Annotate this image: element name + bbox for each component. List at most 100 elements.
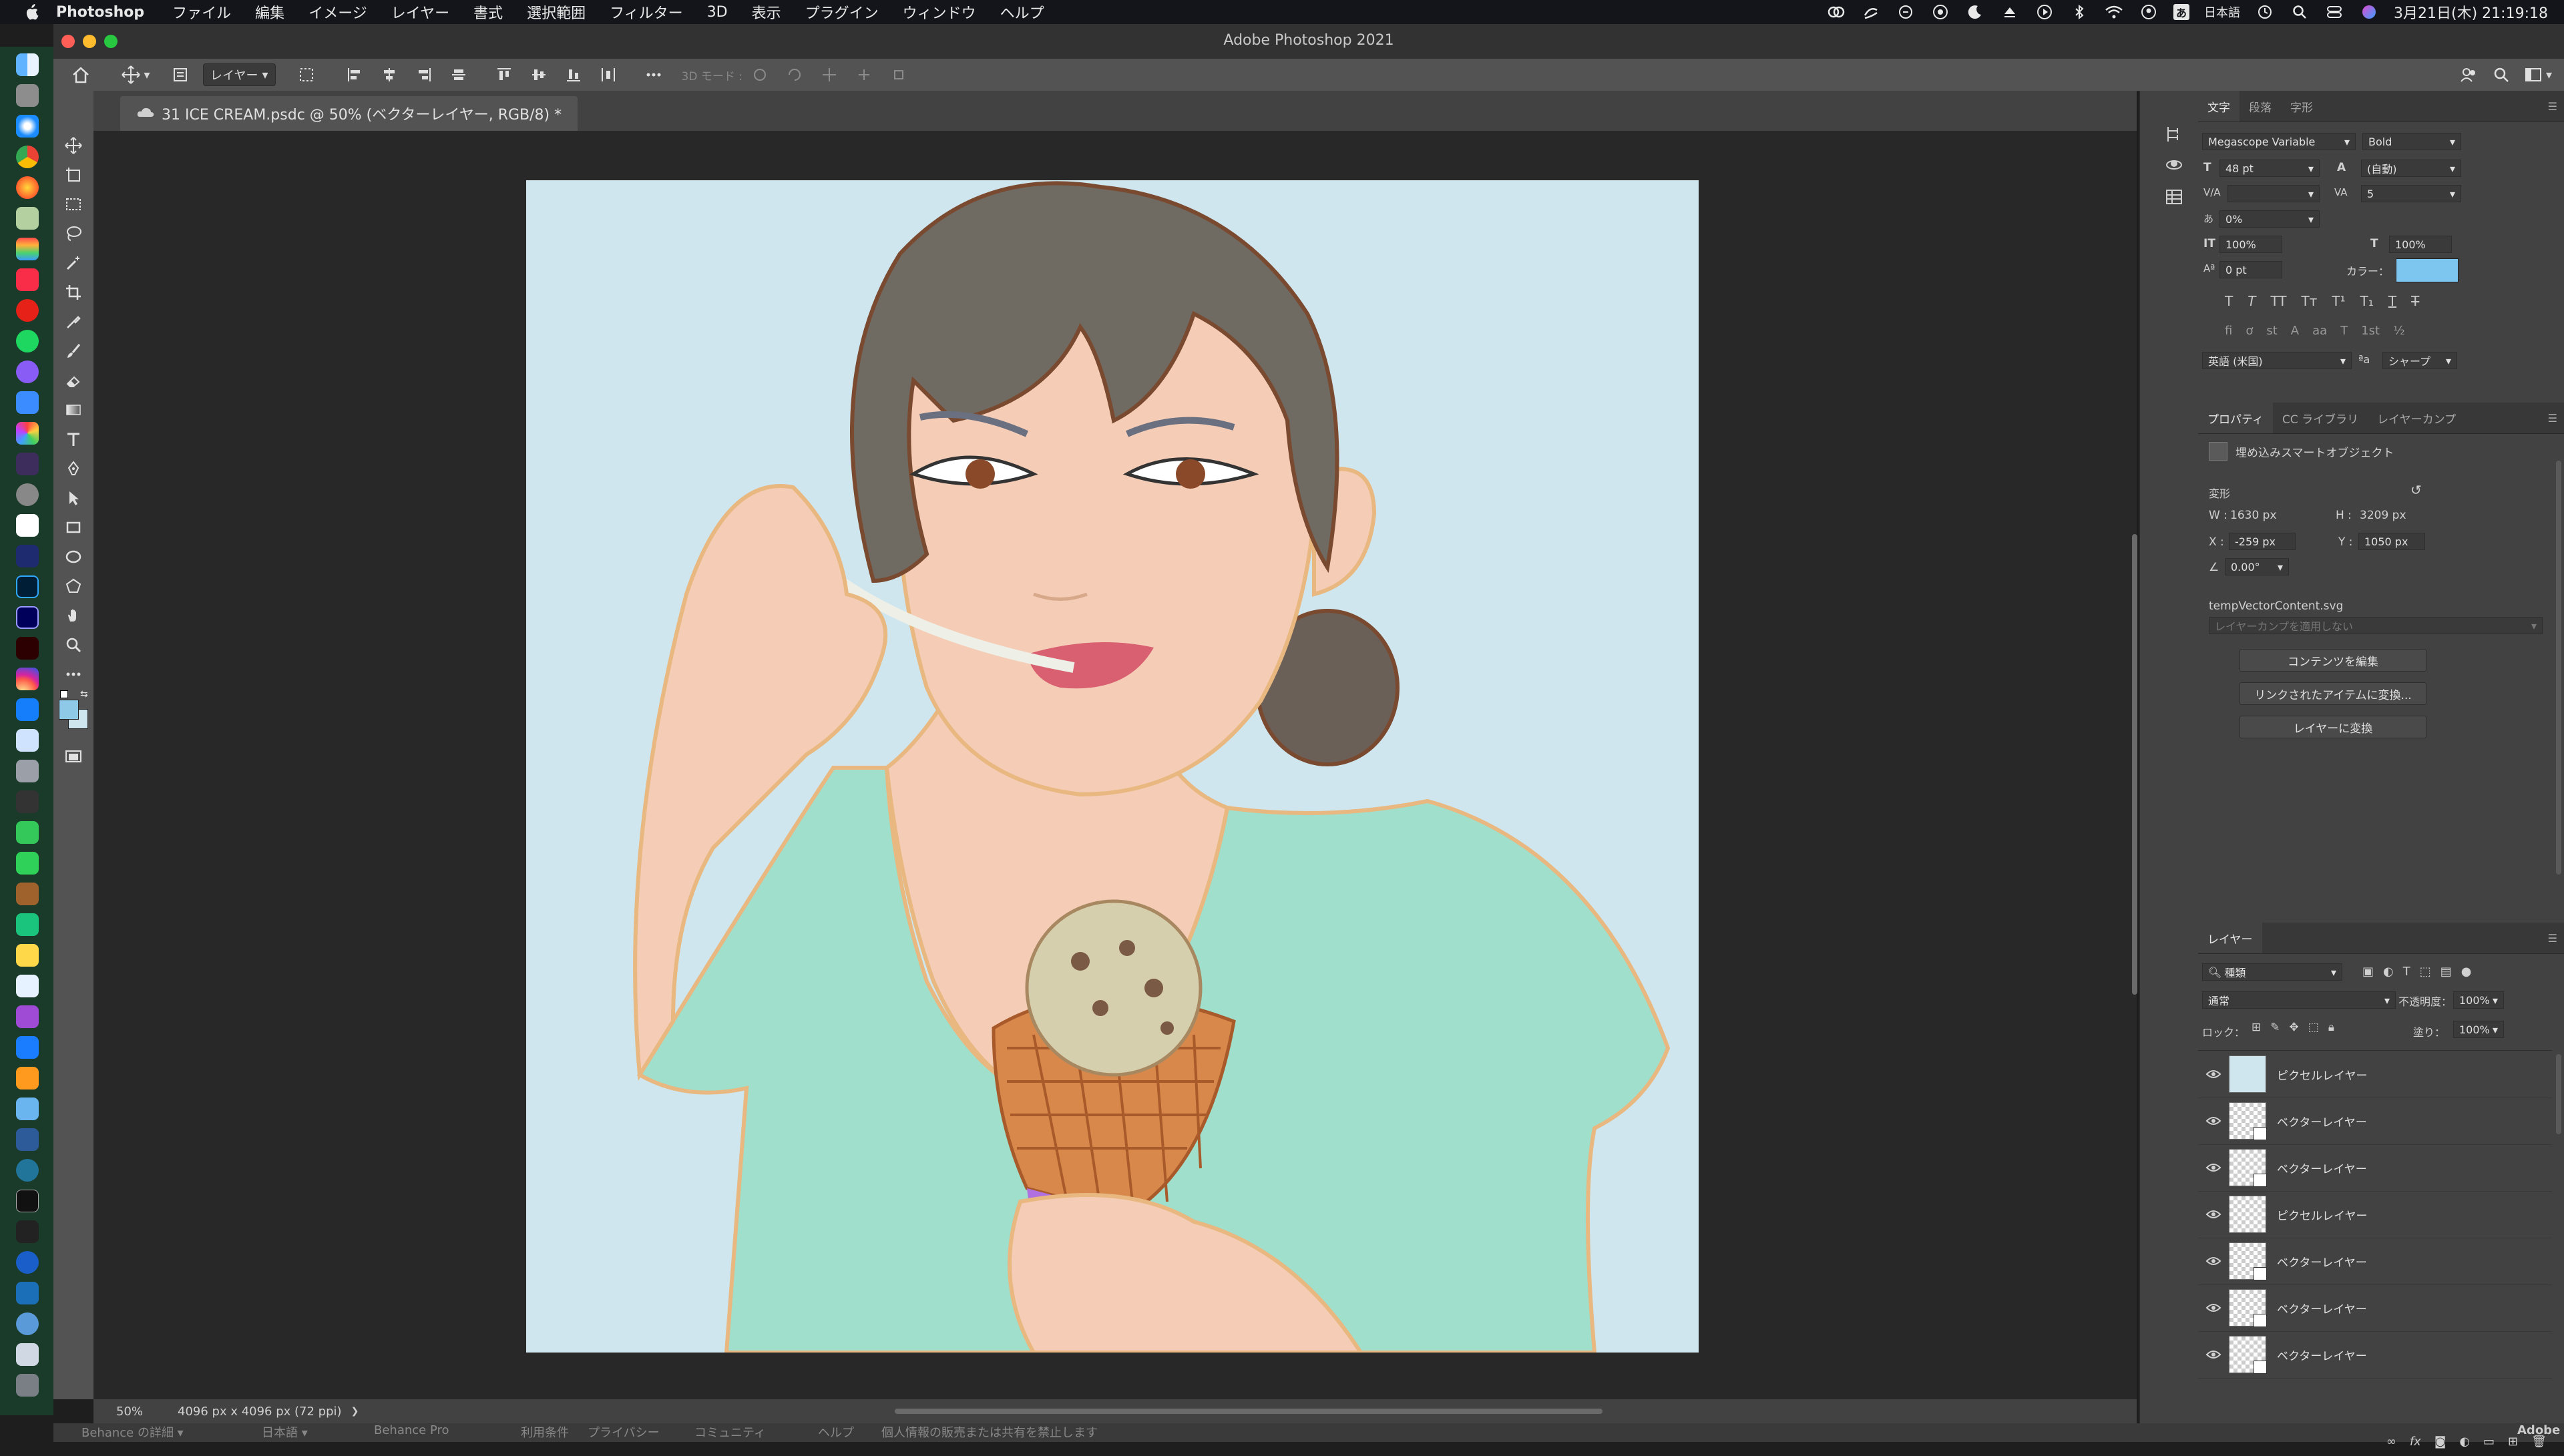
chrome-icon[interactable] (16, 146, 39, 168)
strikethrough-icon[interactable]: T (2411, 293, 2419, 309)
terminal-icon[interactable] (16, 1220, 39, 1243)
lasso-tool-icon[interactable] (53, 219, 93, 248)
blend-mode-select[interactable]: 通常 ▾ (2202, 991, 2396, 1009)
layer-name[interactable]: ベクターレイヤー (2277, 1160, 2367, 1176)
behance-pro[interactable]: Behance Pro (374, 1423, 449, 1437)
visibility-eye-icon[interactable] (2198, 1349, 2229, 1360)
align-bottom-icon[interactable] (556, 63, 591, 86)
vertical-scroll-thumb[interactable] (2132, 534, 2137, 995)
eject-icon[interactable] (2000, 3, 2020, 21)
ligature-icon[interactable]: ﬁ (2225, 324, 2232, 338)
podcast-icon[interactable] (16, 360, 39, 383)
visibility-eye-icon[interactable] (2198, 1162, 2229, 1173)
move-tool-icon[interactable]: ▾ (108, 63, 163, 86)
distribute-icon[interactable] (591, 63, 626, 86)
search-icon[interactable] (2489, 63, 2514, 86)
more-options-icon[interactable] (636, 63, 671, 86)
onepassword-icon[interactable] (16, 1251, 39, 1274)
menu-view[interactable]: 表示 (752, 1, 781, 23)
layer-row[interactable]: ベクターレイヤー (2198, 1331, 2552, 1379)
layer-comp-select[interactable]: レイヤーカンプを適用しない ▾ (2209, 617, 2543, 634)
visibility-eye-icon[interactable] (2198, 1209, 2229, 1220)
3d-pan-icon[interactable] (812, 63, 847, 86)
align-left-icon[interactable] (337, 63, 372, 86)
3d-panel-icon[interactable] (2164, 155, 2184, 178)
workspace-icon[interactable]: ▾ (2521, 63, 2556, 86)
photoshop-dock-icon[interactable] (16, 575, 39, 598)
3d-slide-icon[interactable] (847, 63, 881, 86)
filter-shape-icon[interactable]: ⬚ (2420, 965, 2431, 979)
width-value[interactable]: 1630 px (2230, 509, 2277, 522)
auto-select-icon[interactable] (163, 63, 198, 86)
menu-layer[interactable]: レイヤー (391, 1, 449, 23)
tab-cc-libraries[interactable]: CC ライブラリ (2273, 403, 2368, 433)
brown-app-icon[interactable] (16, 883, 39, 905)
input-method-icon[interactable]: あ (2173, 4, 2190, 20)
share-icon[interactable] (2455, 63, 2482, 86)
filter-smart-icon[interactable]: ▤ (2440, 965, 2452, 979)
instagram-icon[interactable] (16, 668, 39, 690)
tracking-field[interactable]: 5 ▾ (2361, 185, 2461, 202)
keynote-icon[interactable] (16, 1036, 39, 1059)
faux-bold-icon[interactable]: T (2225, 293, 2233, 309)
document-tab[interactable]: 31 ICE CREAM.psdc @ 50% (ベクターレイヤー, RGB/8… (120, 96, 578, 131)
magnifier-icon[interactable] (16, 1312, 39, 1335)
tab-layers[interactable]: レイヤー (2198, 923, 2262, 953)
layer-row[interactable]: ピクセルレイヤー (2198, 1191, 2552, 1238)
pinwheel-icon[interactable] (16, 422, 39, 445)
preview-icon[interactable] (16, 1098, 39, 1120)
font-style-select[interactable]: Bold ▾ (2362, 133, 2461, 150)
youtube-icon[interactable] (16, 299, 39, 322)
y-field[interactable]: 1050 px (2358, 533, 2425, 550)
tab-paragraph[interactable]: 段落 (2239, 91, 2281, 122)
eraser-tool-icon[interactable] (53, 366, 93, 395)
cursor-share-icon[interactable] (1896, 3, 1916, 21)
layer-name[interactable]: ピクセルレイヤー (2277, 1206, 2368, 1223)
menu-type[interactable]: 書式 (473, 1, 503, 23)
gradient-tool-icon[interactable] (53, 395, 93, 425)
faux-italic-icon[interactable]: T (2248, 293, 2256, 309)
app-store-video-icon[interactable] (16, 238, 39, 260)
panel-menu-icon[interactable]: ☰ (2548, 100, 2557, 113)
purple-app-icon[interactable] (16, 1005, 39, 1028)
chart-app-icon[interactable] (16, 975, 39, 997)
layer-name[interactable]: ベクターレイヤー (2277, 1253, 2367, 1270)
siri-icon[interactable] (2359, 3, 2379, 21)
panel-menu-icon[interactable]: ☰ (2548, 412, 2557, 425)
settings-icon[interactable] (16, 483, 39, 506)
old-style-icon[interactable]: ơ (2246, 324, 2253, 338)
align-vcenter-icon[interactable] (521, 63, 556, 86)
ordinal-icon[interactable]: 1st (2361, 324, 2380, 338)
tab-glyphs[interactable]: 字形 (2281, 91, 2322, 122)
visibility-eye-icon[interactable] (2198, 1302, 2229, 1313)
tsume-field[interactable]: 0% ▾ (2219, 210, 2320, 228)
properties-scrollbar[interactable] (2556, 461, 2561, 875)
more-tools-icon[interactable] (53, 660, 93, 689)
link-layers-icon[interactable]: ∞ (2386, 1435, 2396, 1449)
layer-name[interactable]: ベクターレイヤー (2277, 1113, 2367, 1130)
magic-wand-tool-icon[interactable] (53, 248, 93, 278)
menu-3d[interactable]: 3D (707, 4, 728, 21)
ruby-icon[interactable] (16, 545, 39, 567)
menu-window[interactable]: ウィンドウ (903, 1, 976, 23)
filter-adjustment-icon[interactable]: ◐ (2383, 965, 2394, 979)
crop-tool-icon[interactable] (53, 278, 93, 307)
layer-row[interactable]: ベクターレイヤー (2198, 1098, 2552, 1145)
layer-style-icon[interactable]: fx (2410, 1435, 2421, 1449)
delete-layer-icon[interactable]: 🗑︎ (2531, 1435, 2547, 1449)
rectangle-tool-icon[interactable] (53, 513, 93, 542)
spotlight-search-icon[interactable] (2290, 3, 2310, 21)
filter-type-icon[interactable]: T (2403, 965, 2410, 979)
behance-privacy[interactable]: プライバシー (588, 1423, 660, 1441)
language-select[interactable]: 英語 (米国) ▾ (2202, 352, 2352, 369)
behance-language[interactable]: 日本語 ▾ (262, 1423, 308, 1441)
contextual-icon[interactable]: T (2340, 324, 2348, 338)
visibility-eye-icon[interactable] (2198, 1069, 2229, 1079)
behance-help[interactable]: ヘルプ (818, 1423, 854, 1441)
height-value[interactable]: 3209 px (2360, 509, 2406, 522)
3d-orbit-icon[interactable] (742, 63, 777, 86)
input-language[interactable]: 日本語 (2204, 3, 2240, 21)
acrobat-icon[interactable] (16, 637, 39, 660)
firefox-icon[interactable] (16, 176, 39, 199)
vertical-scale-field[interactable]: 100% (2219, 236, 2282, 253)
